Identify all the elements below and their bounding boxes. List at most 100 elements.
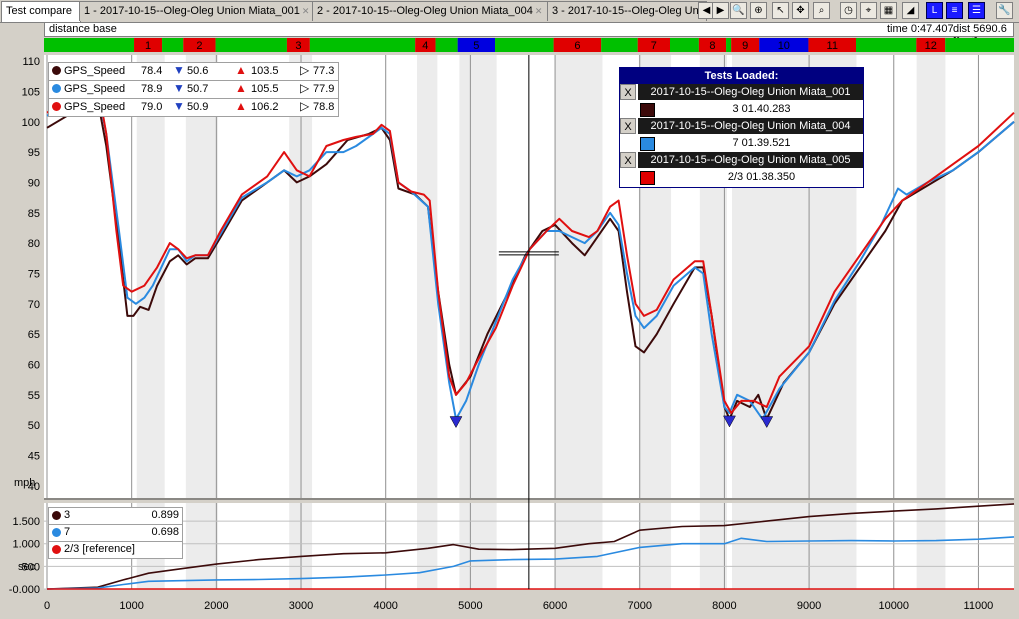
min-triangle-icon: ▼ — [173, 63, 185, 77]
delta-legend-row[interactable]: 3 0.899 — [48, 507, 183, 525]
series-dot-icon — [52, 528, 61, 537]
max-triangle-icon: ▲ — [235, 81, 247, 95]
layout-single-icon[interactable]: L — [926, 2, 943, 19]
zoom-xy-icon[interactable]: 🔍 — [730, 2, 747, 19]
x-tick-label: 11000 — [964, 600, 994, 612]
zoom-x-icon[interactable]: ⊕ — [750, 2, 767, 19]
max-triangle-icon: ▲ — [235, 63, 247, 77]
tab-label: Test compare — [6, 5, 73, 17]
speed-legend: GPS_Speed 78.4 ▼ 50.6 ▲ 103.5 ▷ 77.3 GPS_Speed 78… — [48, 62, 339, 117]
test-entry: X 2017-10-15--Oleg-Oleg Union Miata_004 7 … — [620, 118, 863, 152]
delta-legend-row[interactable]: 7 0.698 — [48, 525, 183, 542]
section-segment[interactable] — [495, 38, 554, 52]
test-name[interactable]: 2017-10-15--Oleg-Oleg Union Miata_001 — [638, 84, 863, 100]
min-value: 50.7 — [187, 83, 209, 95]
max-triangle-icon: ▲ — [235, 99, 247, 113]
test-name[interactable]: 2017-10-15--Oleg-Oleg Union Miata_005 — [638, 152, 863, 168]
section-number: 5 — [473, 40, 479, 52]
channel-name: GPS_Speed — [64, 83, 126, 95]
section-segment[interactable] — [601, 38, 638, 52]
y-tick-label: 70 — [28, 299, 40, 311]
section-band — [555, 55, 603, 498]
delta-legend-row[interactable]: 2/3 [reference] — [48, 542, 183, 559]
section-segment[interactable] — [162, 38, 184, 52]
legend-row[interactable]: GPS_Speed 78.9 ▼ 50.7 ▲ 105.5 ▷ 77.9 — [48, 81, 339, 99]
y-tick-label: 85 — [28, 208, 40, 220]
close-icon[interactable]: ✕ — [302, 6, 310, 16]
x-tick-label: 7000 — [627, 600, 651, 612]
series-dot-icon — [52, 511, 61, 520]
remove-test-button[interactable]: X — [620, 118, 636, 134]
delta-unit-label: sec — [18, 561, 36, 573]
max-value: 106.2 — [251, 101, 279, 113]
avg-triangle-icon: ▷ — [300, 99, 310, 113]
clock-icon[interactable]: ◷ — [840, 2, 857, 19]
section-bar[interactable]: 1 2 3 4 5 6 7 8 9 10 11 12 — [44, 37, 1014, 53]
x-tick-label: 3000 — [289, 600, 313, 612]
section-band — [916, 503, 946, 589]
y-tick-label: 60 — [28, 359, 40, 371]
x-tick-label: 6000 — [543, 600, 567, 612]
max-value: 103.5 — [251, 65, 279, 77]
section-segment[interactable] — [435, 38, 458, 52]
delta-legend: 3 0.899 7 0.698 2/3 [reference] — [48, 507, 183, 559]
select-icon[interactable]: ↖ — [772, 2, 789, 19]
x-tick-label: 1000 — [119, 600, 143, 612]
remove-test-button[interactable]: X — [620, 84, 636, 100]
avg-value: 77.3 — [313, 65, 335, 77]
settings-wrench-icon[interactable]: 🔧 — [996, 2, 1013, 19]
y-tick-label: 1.000 — [12, 539, 40, 551]
avg-value: 78.8 — [313, 101, 335, 113]
legend-row[interactable]: GPS_Speed 79.0 ▼ 50.9 ▲ 106.2 ▷ 78.8 — [48, 99, 339, 117]
section-number: 1 — [145, 40, 151, 52]
crosshair-icon[interactable]: ⌖ — [860, 2, 877, 19]
lap-color-swatch[interactable] — [640, 103, 655, 117]
base-mode-label[interactable]: distance base — [49, 23, 117, 36]
layout-stack-icon[interactable]: ☰ — [968, 2, 985, 19]
min-value: 50.6 — [187, 65, 209, 77]
y-tick-label: 55 — [28, 390, 40, 402]
x-tick-label: 8000 — [712, 600, 736, 612]
delta-y-axis: -0.0005001.0001.500 — [9, 516, 40, 596]
zoom-icon[interactable]: ⌕ — [813, 2, 830, 19]
tab-test-1[interactable]: 1 - 2017-10-15--Oleg-Oleg Union Miata_00… — [79, 1, 315, 21]
section-segment[interactable] — [215, 38, 287, 52]
tab-test-compare[interactable]: Test compare — [1, 1, 81, 22]
section-segment[interactable] — [945, 38, 1014, 52]
tests-loaded-panel: Tests Loaded: X 2017-10-15--Oleg-Oleg Uni… — [619, 67, 864, 188]
max-value: 105.5 — [251, 83, 279, 95]
section-segment[interactable] — [309, 38, 416, 52]
channel-name: GPS_Speed — [64, 101, 126, 113]
lap-time: 2/3 01.38.350 — [727, 171, 796, 183]
tests-list: X 2017-10-15--Oleg-Oleg Union Miata_001 3 … — [620, 84, 863, 186]
lap-color-swatch[interactable] — [640, 137, 655, 151]
section-segment[interactable] — [669, 38, 699, 52]
channels-icon[interactable]: ▦ — [880, 2, 897, 19]
scroll-right-icon[interactable]: ▶ — [712, 2, 729, 19]
section-number: 11 — [827, 40, 838, 52]
close-icon[interactable]: ✕ — [535, 6, 543, 16]
section-segment[interactable] — [856, 38, 917, 52]
y-tick-label: 110 — [22, 56, 40, 68]
section-number: 10 — [778, 40, 790, 52]
pan-icon[interactable]: ✥ — [792, 2, 809, 19]
section-segment[interactable] — [44, 38, 135, 52]
lap-color-swatch[interactable] — [640, 171, 655, 185]
series-dot-icon — [52, 102, 61, 111]
current-value: 79.0 — [141, 101, 163, 113]
y-tick-label: 80 — [28, 238, 40, 250]
layout-split-icon[interactable]: ≡ — [946, 2, 963, 19]
tests-panel-title: Tests Loaded: — [620, 68, 863, 84]
legend-row[interactable]: GPS_Speed 78.4 ▼ 50.6 ▲ 103.5 ▷ 77.3 — [48, 62, 339, 81]
tab-test-3[interactable]: 3 - 2017-10-15--Oleg-Oleg Union Miata_00… — [547, 1, 707, 21]
section-band — [417, 503, 438, 589]
tab-test-2[interactable]: 2 - 2017-10-15--Oleg-Oleg Union Miata_00… — [312, 1, 550, 21]
delta-value: 0.899 — [151, 509, 179, 521]
series-dot-icon — [52, 66, 61, 75]
gauge-icon[interactable]: ◢ — [902, 2, 919, 19]
remove-test-button[interactable]: X — [620, 152, 636, 168]
test-name[interactable]: 2017-10-15--Oleg-Oleg Union Miata_004 — [638, 118, 863, 134]
section-number: 7 — [651, 40, 657, 52]
section-segment[interactable] — [726, 38, 732, 52]
delta-lap-name: 7 — [64, 526, 71, 538]
